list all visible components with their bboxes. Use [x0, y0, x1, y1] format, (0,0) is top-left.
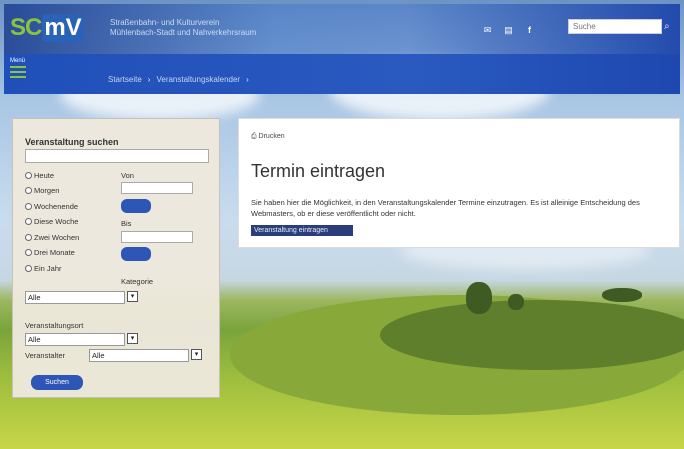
ort-label: Veranstaltungsort — [25, 321, 84, 330]
range-option[interactable]: Drei Monate — [25, 247, 79, 259]
range-option-label: Zwei Wochen — [34, 232, 80, 242]
search-submit-button[interactable]: Suchen — [31, 375, 83, 390]
range-option-label: Diese Woche — [34, 217, 79, 226]
site-search-input[interactable] — [569, 20, 639, 33]
ort-select[interactable]: Alle — [25, 333, 125, 346]
tree — [466, 282, 492, 314]
range-option-label: Ein Jahr — [34, 263, 62, 273]
date-range-options: Heute Morgen Wochenende Diese Woche Zwei… — [25, 169, 79, 278]
hamburger-menu-icon[interactable]: Menü — [10, 58, 26, 81]
kategorie-label: Kategorie — [121, 277, 154, 286]
range-option-label: Heute — [34, 170, 55, 180]
kategorie-value: Alle — [28, 293, 41, 302]
event-search-text-input[interactable] — [25, 149, 209, 163]
range-option[interactable]: Zwei Wochen — [25, 231, 79, 243]
range-option-label: Wochenende — [34, 201, 79, 211]
breadcrumb-separator-icon: › — [246, 75, 249, 84]
chevron-down-icon[interactable]: ▾ — [191, 349, 202, 360]
chevron-down-icon[interactable]: ▾ — [127, 333, 138, 344]
radio-button[interactable] — [25, 171, 32, 179]
ort-value: Alle — [28, 335, 41, 344]
print-link[interactable]: ⎙ Drucken — [251, 133, 285, 141]
search-icon[interactable]: ⌕ — [664, 21, 670, 32]
site-search-box — [568, 19, 662, 34]
site-tagline: Straßenbahn- und Kulturverein Mühlenbach… — [110, 18, 256, 38]
range-option-label: Drei Monate — [34, 248, 75, 257]
chevron-down-icon[interactable]: ▾ — [127, 291, 138, 302]
logo-part-1: SC — [10, 14, 42, 41]
radio-button[interactable] — [25, 249, 32, 256]
page-description: Sie haben hier die Möglichkeit, in den V… — [251, 198, 640, 218]
tagline-line-2: Mühlenbach-Stadt und Nahverkehrsraum — [110, 28, 257, 37]
tree — [508, 294, 524, 310]
radio-button[interactable] — [25, 233, 32, 241]
von-calendar-button[interactable] — [121, 199, 151, 213]
bis-label: Bis — [121, 219, 132, 228]
radio-button[interactable] — [25, 202, 32, 210]
mail-icon[interactable]: ✉ — [482, 26, 493, 35]
range-option[interactable]: Ein Jahr — [25, 262, 79, 274]
page-title: Termin eintragen — [251, 161, 386, 181]
radio-button[interactable] — [25, 187, 32, 194]
menu-bar — [10, 66, 26, 68]
printer-icon: ⎙ — [251, 133, 259, 140]
breadcrumb-separator-icon: › — [147, 75, 151, 84]
veranstalter-select[interactable]: Alle — [89, 349, 189, 362]
print-icon[interactable]: ▤ — [503, 26, 514, 35]
content-panel: ⎙ Drucken Termin eintragen Sie haben hie… — [238, 118, 680, 248]
facebook-icon[interactable]: f — [524, 26, 535, 35]
event-search-panel: Veranstaltung suchen Heute Morgen Wochen… — [12, 118, 220, 398]
event-search-title: Veranstaltung suchen — [25, 137, 119, 147]
tagline-line-1: Straßenbahn- und Kulturverein — [110, 18, 220, 27]
radio-button[interactable] — [25, 218, 32, 225]
menu-bar — [10, 71, 26, 73]
breadcrumb-calendar[interactable]: Veranstaltungskalender — [156, 75, 240, 84]
tree — [602, 288, 642, 302]
header-icons: ✉ ▤ f — [482, 26, 535, 35]
print-label: Drucken — [258, 133, 285, 140]
von-date-input[interactable] — [121, 182, 193, 194]
bis-calendar-button[interactable] — [121, 247, 151, 261]
veranstalter-value: Alle — [92, 351, 105, 360]
range-option[interactable]: Morgen — [25, 185, 79, 197]
radio-button[interactable] — [25, 264, 32, 272]
hill — [380, 300, 684, 370]
von-label: Von — [121, 171, 134, 180]
menu-label: Menü — [10, 58, 26, 64]
logo-part-2: mV — [42, 14, 84, 42]
range-option[interactable]: Wochenende — [25, 200, 79, 212]
breadcrumb: Startseite › Veranstaltungskalender › — [108, 75, 249, 84]
breadcrumb-home[interactable]: Startseite — [108, 75, 142, 84]
site-logo[interactable]: SC mV — [10, 14, 84, 42]
bis-date-input[interactable] — [121, 231, 193, 243]
main-nav: Menü Startseite › Veranstaltungskalender… — [4, 54, 680, 94]
range-option[interactable]: Diese Woche — [25, 216, 79, 228]
veranstalter-label: Veranstalter — [25, 351, 66, 360]
add-event-link[interactable]: Veranstaltung eintragen — [251, 225, 353, 236]
range-option[interactable]: Heute — [25, 169, 79, 181]
menu-bar — [10, 76, 26, 78]
kategorie-select[interactable]: Alle — [25, 291, 125, 304]
range-option-label: Morgen — [34, 186, 60, 195]
